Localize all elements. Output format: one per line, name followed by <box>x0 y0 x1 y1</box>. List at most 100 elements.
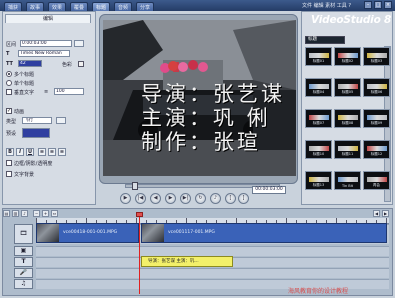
tab-storyboard[interactable]: 故事 <box>26 2 45 11</box>
voice-track[interactable] <box>36 268 389 278</box>
timeline-view-icon[interactable]: ▥ <box>12 210 19 217</box>
vertical-text-checkbox[interactable] <box>6 89 12 95</box>
preset-label: 预设 <box>6 131 17 137</box>
library-thumbnail[interactable]: 标题06 <box>363 78 390 97</box>
library-thumbnail[interactable]: 标题07 <box>305 109 332 128</box>
tab-overlay[interactable]: 覆叠 <box>70 2 89 11</box>
thumbnail-preview <box>367 53 387 58</box>
clip-thumbnail <box>142 224 164 242</box>
library-thumbnail[interactable]: 标题01 <box>305 47 332 66</box>
video-clip[interactable]: vce001117-001.MPG <box>141 223 387 243</box>
duration-field[interactable]: 0:00:03:00 <box>20 40 72 47</box>
volume-icon[interactable]: ♪ <box>210 193 221 204</box>
preview-window[interactable]: 导演：张艺谋 主演：巩 俐 制作：张瑄 <box>103 20 296 176</box>
multi-title-radio[interactable] <box>6 71 12 77</box>
playhead-handle[interactable] <box>136 212 143 217</box>
animation-settings-button[interactable] <box>56 117 66 124</box>
tab-audio[interactable]: 音频 <box>114 2 133 11</box>
animation-type-select[interactable]: 飞行 <box>22 117 52 124</box>
library-thumbnail[interactable]: 标题13 <box>305 171 332 190</box>
bold-button[interactable]: B <box>6 148 14 156</box>
library-thumbnail[interactable]: 标题05 <box>334 78 361 97</box>
border-shadow-checkbox[interactable] <box>6 160 12 166</box>
library-thumbnail[interactable]: 标题11 <box>334 140 361 159</box>
tab-title[interactable]: 标题 <box>92 2 111 11</box>
multi-title-label: 多个标题 <box>14 72 35 78</box>
library-thumbnail[interactable]: 标题04 <box>305 78 332 97</box>
align-center-button[interactable]: ≡ <box>48 148 56 156</box>
font-select[interactable]: Times New Roman <box>18 50 70 57</box>
repeat-icon[interactable]: ↻ <box>195 193 206 204</box>
library-thumbnail[interactable]: Tin Bit <box>334 171 361 190</box>
play-icon[interactable]: ▶ <box>120 193 131 204</box>
overlay-track[interactable] <box>36 246 389 256</box>
single-title-radio[interactable] <box>6 80 12 86</box>
tab-effects[interactable]: 效果 <box>48 2 67 11</box>
library-thumbnail[interactable]: 再会 <box>363 171 390 190</box>
library-thumbnail[interactable]: 标题09 <box>363 109 390 128</box>
font-icon: T <box>6 51 10 57</box>
preset-select[interactable] <box>22 128 50 138</box>
line-spacing-select[interactable]: 100 <box>54 88 84 95</box>
thumbnail-label: 标题09 <box>370 121 383 125</box>
duration-stepper[interactable] <box>74 40 84 47</box>
animation-checkbox[interactable]: ✓ <box>6 108 12 114</box>
title-clip[interactable]: 导演：张艺谋 主演：巩... <box>141 256 233 267</box>
maximize-icon[interactable]: □ <box>374 1 382 9</box>
align-left-button[interactable]: ≡ <box>38 148 46 156</box>
thumbnail-preview <box>309 177 329 182</box>
zoom-out-icon[interactable]: − <box>33 210 40 217</box>
voice-track-icon: 🎤 <box>14 268 33 278</box>
thumbnail-preview <box>309 53 329 58</box>
font-size-icon: TT <box>6 61 13 67</box>
color-label: 色彩 <box>62 62 73 68</box>
clip-thumbnail <box>37 224 59 242</box>
audio-view-icon[interactable]: ♪ <box>21 210 28 217</box>
library-thumbnail[interactable]: 标题03 <box>363 47 390 66</box>
next-frame-icon[interactable]: ▶ <box>165 193 176 204</box>
underline-button[interactable]: U <box>26 148 34 156</box>
timecode-display[interactable]: 00:00:03:00 <box>252 186 286 194</box>
thumbnail-label: 再会 <box>373 183 380 187</box>
library-thumbnail[interactable]: 标题02 <box>334 47 361 66</box>
color-swatch[interactable] <box>78 61 84 67</box>
previous-frame-icon[interactable]: ◀ <box>150 193 161 204</box>
minimize-icon[interactable]: – <box>364 1 372 9</box>
tab-edit[interactable]: 编辑 <box>5 14 91 23</box>
library-thumbnail[interactable]: 标题08 <box>334 109 361 128</box>
scrubber-handle[interactable] <box>132 182 138 190</box>
timeline-scroll-left-icon[interactable]: ◀ <box>373 210 380 217</box>
end-icon[interactable]: ▶| <box>180 193 191 204</box>
library-thumbnail[interactable]: 标题10 <box>305 140 332 159</box>
align-right-button[interactable]: ≡ <box>58 148 66 156</box>
title-track-icon: T <box>14 257 33 267</box>
library-category-select[interactable]: 标题 <box>305 36 345 44</box>
video-clip[interactable]: vce00418-001-001.MPG <box>36 223 139 243</box>
mark-in-icon[interactable]: [ <box>225 193 236 204</box>
thumbnail-label: 标题02 <box>341 59 354 63</box>
file-menu[interactable]: 文件 编辑 素材 工具 ? <box>302 2 351 9</box>
thumbnail-preview <box>309 84 329 89</box>
storyboard-view-icon[interactable]: ▤ <box>3 210 10 217</box>
tab-capture[interactable]: 捕获 <box>4 2 23 11</box>
text-background-checkbox[interactable] <box>6 171 12 177</box>
type-label: 类型 <box>6 119 17 125</box>
playhead[interactable] <box>139 212 140 294</box>
zoom-in-icon[interactable]: + <box>42 210 49 217</box>
italic-button[interactable]: I <box>16 148 24 156</box>
thumbnail-preview <box>338 84 358 89</box>
mark-out-icon[interactable]: ] <box>238 193 249 204</box>
thumbnail-label: 标题07 <box>312 121 325 125</box>
home-icon[interactable]: |◀ <box>135 193 146 204</box>
thumbnail-preview <box>338 146 358 151</box>
close-icon[interactable]: × <box>384 1 392 9</box>
library-thumbnail[interactable]: 标题12 <box>363 140 390 159</box>
font-size-select[interactable]: 42 <box>18 60 42 67</box>
tab-share[interactable]: 分享 <box>136 2 155 11</box>
thumbnail-label: 标题05 <box>341 90 354 94</box>
timeline-scroll-right-icon[interactable]: ▶ <box>382 210 389 217</box>
thumbnail-label: 标题13 <box>312 183 325 187</box>
thumbnail-preview <box>367 115 387 120</box>
thumbnail-preview <box>367 177 387 182</box>
fit-project-icon[interactable]: ⇔ <box>51 210 58 217</box>
